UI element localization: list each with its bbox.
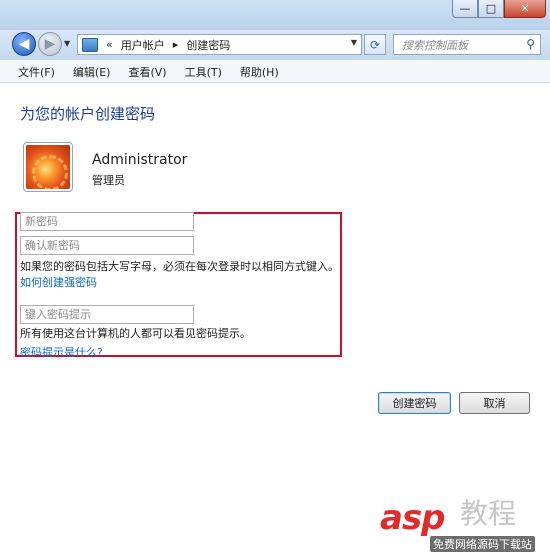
control-panel-icon <box>82 37 98 52</box>
window-titlebar: — □ ✕ <box>0 0 550 30</box>
menu-bar: 文件(F) 编辑(E) 查看(V) 工具(T) 帮助(H) <box>0 61 550 83</box>
breadcrumb-overflow[interactable]: « <box>106 38 113 51</box>
refresh-button[interactable]: ⟳ <box>364 34 386 55</box>
search-icon[interactable]: ⚲ <box>526 37 535 51</box>
address-bar[interactable]: « 用户帐户 ▸ 创建密码 ▼ <box>77 34 362 55</box>
password-hint-input[interactable] <box>20 305 194 324</box>
flower-icon <box>26 145 70 189</box>
search-placeholder: 搜索控制面板 <box>402 38 468 52</box>
breadcrumb-separator-icon[interactable]: ▸ <box>173 38 179 51</box>
watermark-subtitle: 免费网络源码下载站 <box>430 536 535 552</box>
watermark-brand-cn: 教程 <box>460 497 517 530</box>
cancel-button[interactable]: 取消 <box>459 392 530 414</box>
window-controls: — □ ✕ <box>452 0 546 18</box>
menu-file[interactable]: 文件(F) <box>18 64 55 80</box>
maximize-button[interactable]: □ <box>478 0 504 18</box>
user-name: Administrator <box>92 152 188 168</box>
refresh-icon: ⟳ <box>369 37 381 52</box>
address-toolbar: ◀ ▶ ▼ « 用户帐户 ▸ 创建密码 ▼ ⟳ 搜索控制面板 ⚲ <box>0 30 550 60</box>
user-role: 管理员 <box>92 174 125 187</box>
recent-pages-dropdown[interactable]: ▼ <box>64 39 70 48</box>
close-button[interactable]: ✕ <box>504 0 546 18</box>
back-button[interactable]: ◀ <box>12 32 36 56</box>
arrow-left-icon: ◀ <box>18 36 30 52</box>
page-title: 为您的帐户创建密码 <box>20 105 156 123</box>
breadcrumb-user-accounts[interactable]: 用户帐户 <box>121 37 165 53</box>
forward-button[interactable]: ▶ <box>38 32 62 56</box>
hint-notice: 所有使用这台计算机的人都可以看见密码提示。 <box>20 327 251 340</box>
create-password-button[interactable]: 创建密码 <box>378 392 451 414</box>
new-password-input[interactable] <box>20 212 194 231</box>
menu-view[interactable]: 查看(V) <box>128 64 166 80</box>
menu-tools[interactable]: 工具(T) <box>185 64 222 80</box>
watermark: asp 教程 免费网络源码下载站 <box>380 497 550 555</box>
confirm-password-input[interactable] <box>20 236 194 255</box>
chevron-down-icon: ▼ <box>64 39 71 48</box>
minimize-button[interactable]: — <box>452 0 478 18</box>
caps-notice: 如果您的密码包括大写字母，必须在每次登录时以相同方式键入。 <box>20 260 339 273</box>
menu-help[interactable]: 帮助(H) <box>240 64 279 80</box>
watermark-brand: asp <box>380 498 446 538</box>
avatar <box>23 142 73 192</box>
menu-edit[interactable]: 编辑(E) <box>73 64 111 80</box>
address-dropdown-icon[interactable]: ▼ <box>351 38 357 47</box>
arrow-right-icon: ▶ <box>44 36 56 52</box>
strong-password-link[interactable]: 如何创建强密码 <box>20 274 97 290</box>
search-box[interactable]: 搜索控制面板 ⚲ <box>393 34 541 55</box>
breadcrumb-create-password[interactable]: 创建密码 <box>186 37 230 53</box>
password-hint-link[interactable]: 密码提示是什么? <box>20 344 103 360</box>
